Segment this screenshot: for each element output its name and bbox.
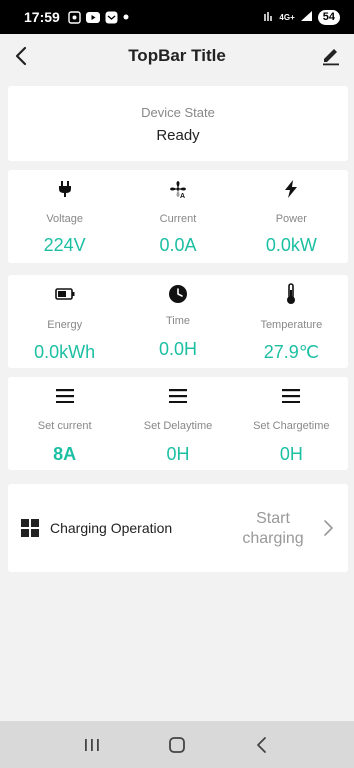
chevron-right-icon <box>322 519 334 537</box>
metric-value: 27.9℃ <box>263 342 319 362</box>
charging-operation-label: Charging Operation <box>50 520 173 536</box>
menu-icon <box>280 385 302 407</box>
metric-time: Time 0.0H <box>121 275 234 368</box>
pencil-icon <box>323 49 339 66</box>
clock-icon <box>167 283 189 305</box>
metric-label: Energy <box>47 319 83 331</box>
set-chargetime[interactable]: Set Chargetime 0H <box>235 377 348 470</box>
metric-label: Power <box>275 213 307 225</box>
grid-icon <box>20 518 40 538</box>
set-delaytime[interactable]: Set Delaytime 0H <box>121 377 234 470</box>
battery-icon <box>54 283 76 305</box>
youtube-icon <box>85 11 100 23</box>
charging-operation-card[interactable]: Charging Operation Start charging <box>8 484 348 572</box>
start-charging-button[interactable]: Start charging <box>238 509 308 549</box>
svg-text:A: A <box>180 193 185 199</box>
system-nav-bar <box>0 721 354 768</box>
metric-value: 0.0kWh <box>34 342 96 362</box>
metric-voltage: Voltage 224V <box>8 170 121 263</box>
setting-value: 8A <box>53 444 77 464</box>
status-time: 17:59 <box>24 9 60 25</box>
signal-icon <box>300 10 313 25</box>
metrics-row-2: Energy 0.0kWh Time 0.0H Temperature 27.9… <box>8 275 348 368</box>
edit-button[interactable] <box>320 44 342 66</box>
back-button[interactable] <box>12 44 32 68</box>
metric-value: 0.0A <box>159 235 197 255</box>
system-back-button[interactable] <box>251 734 273 756</box>
recent-apps-button[interactable] <box>81 734 103 756</box>
home-button[interactable] <box>166 734 188 756</box>
menu-icon <box>54 385 76 407</box>
metric-value: 224V <box>43 235 86 255</box>
setting-value: 0H <box>279 444 303 464</box>
screenshot-icon <box>68 10 81 24</box>
device-state-card: Device State Ready <box>8 86 348 161</box>
setting-label: Set Chargetime <box>253 420 330 432</box>
recent-apps-icon <box>85 738 100 751</box>
thermometer-icon <box>280 283 302 305</box>
message-icon <box>105 11 118 24</box>
lightning-icon <box>280 178 302 200</box>
status-bar: 17:59 4G+ 54 <box>0 0 354 34</box>
device-state-value: Ready <box>156 127 200 144</box>
metric-value: 0.0kW <box>265 235 317 255</box>
metric-power: Power 0.0kW <box>235 170 348 263</box>
metric-value: 0.0H <box>158 339 197 359</box>
home-icon <box>169 736 185 753</box>
setting-label: Set current <box>37 420 92 432</box>
menu-icon <box>167 385 189 407</box>
metric-current: A Current 0.0A <box>121 170 234 263</box>
plug-icon <box>54 178 76 200</box>
settings-row: Set current 8A Set Delaytime 0H Set Char… <box>8 377 348 470</box>
metrics-row-1: Voltage 224V A Current 0.0A Power 0.0kW <box>8 170 348 263</box>
metric-label: Temperature <box>260 319 323 331</box>
status-right: 4G+ 54 <box>264 9 340 25</box>
battery-level: 54 <box>317 9 340 25</box>
page-title: TopBar Title <box>128 46 226 65</box>
metric-label: Voltage <box>46 213 84 225</box>
back-chevron-icon <box>256 736 266 753</box>
fan-current-icon: A <box>167 178 189 200</box>
top-bar: TopBar Title <box>0 34 354 78</box>
notification-dot-icon <box>123 14 129 20</box>
setting-value: 0H <box>166 444 190 464</box>
metric-label: Current <box>159 213 197 225</box>
device-state-label: Device State <box>141 105 215 120</box>
setting-label: Set Delaytime <box>143 420 213 432</box>
set-current[interactable]: Set current 8A <box>8 377 121 470</box>
wifi-call-icon <box>264 10 274 25</box>
network-type: 4G+ <box>279 12 295 22</box>
back-arrow-icon <box>15 46 27 66</box>
metric-label: Time <box>165 315 191 327</box>
metric-temperature: Temperature 27.9℃ <box>235 275 348 368</box>
metric-energy: Energy 0.0kWh <box>8 275 121 368</box>
